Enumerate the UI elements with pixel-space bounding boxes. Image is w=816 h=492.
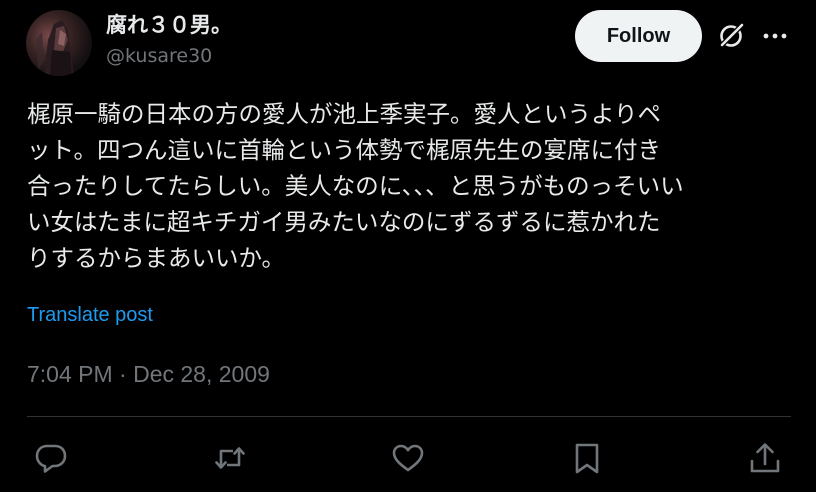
post-text-line: い女はたまに超キチガイ男みたいなのにずるずるに惹かれた: [27, 208, 661, 236]
like-icon[interactable]: [391, 441, 425, 475]
author-display-name[interactable]: 腐れ３０男。: [106, 12, 232, 38]
post-text-line: 梶原一騎の日本の方の愛人が池上季実子。愛人というよりペ: [27, 100, 662, 128]
follow-button[interactable]: Follow: [575, 10, 702, 62]
post: 腐れ３０男。 @kusare30 Follow 梶原一騎の日本の方の愛人が池上季…: [0, 0, 816, 492]
post-text: 梶原一騎の日本の方の愛人が池上季実子。愛人というよりペ ット。四つん這いに首輪と…: [27, 96, 797, 276]
post-text-line: りするからまあいいか。: [27, 244, 286, 272]
post-text-line: ット。四つん這いに首輪という体勢で梶原先生の宴席に付き: [27, 136, 662, 164]
repost-icon[interactable]: [213, 441, 247, 475]
post-timestamp[interactable]: 7:04 PM · Dec 28, 2009: [27, 360, 270, 388]
bookmark-icon[interactable]: [570, 441, 604, 475]
share-icon[interactable]: [748, 441, 782, 475]
avatar[interactable]: [26, 10, 92, 76]
reply-icon[interactable]: [34, 441, 68, 475]
author-handle[interactable]: @kusare30: [106, 44, 232, 68]
divider: [27, 416, 791, 417]
grok-icon[interactable]: [716, 21, 746, 51]
post-text-line: 合ったりしてたらしい。美人なのに、、、と思うがものっそいい: [27, 172, 684, 200]
author-block: 腐れ３０男。 @kusare30: [106, 12, 232, 68]
translate-post-link[interactable]: Translate post: [27, 302, 153, 328]
more-icon[interactable]: [762, 25, 790, 47]
